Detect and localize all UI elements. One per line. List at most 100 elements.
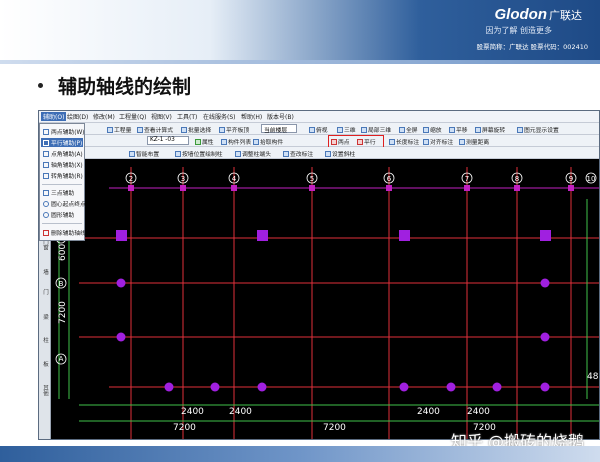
align-dim-icon (423, 139, 429, 145)
3d-icon (337, 127, 343, 133)
floor-combo[interactable]: 当前楼层 (261, 124, 297, 134)
menu-modify[interactable]: 修改(M) (93, 112, 115, 121)
display-settings-icon (517, 127, 523, 133)
dd-separator (42, 184, 82, 185)
list-icon (221, 139, 227, 145)
column-wall-icon (175, 151, 181, 157)
tool-smart-layout[interactable]: 智能布置 (129, 149, 159, 158)
row-letter: B (59, 280, 64, 288)
tool-quantity[interactable]: 工程量 (107, 125, 131, 134)
length-dim-icon (389, 139, 395, 145)
toolbar-view: 工程量 查看计算式 批量选择 平齐板顶 当前楼层 俯视 三维 局部三维 全屏 缩… (39, 123, 599, 135)
row-letter: A (59, 355, 64, 363)
two-point-aux-icon (43, 129, 49, 135)
dd-axis-angle-aux[interactable]: 轴角辅助(X) (43, 160, 83, 169)
tool-properties[interactable]: 属性 (195, 137, 214, 146)
rotate-icon (475, 127, 481, 133)
axis-number: 7 (465, 175, 469, 183)
measure-icon (459, 139, 465, 145)
properties-icon (195, 139, 201, 145)
menu-quantity[interactable]: 工程量(Q) (119, 112, 146, 121)
dd-center-start-end[interactable]: 圆心起点终点 (43, 199, 86, 208)
glodon-logo: Glodon 广联达 (494, 6, 583, 23)
delete-icon (43, 230, 49, 236)
dd-separator-2 (42, 223, 82, 224)
menu-view[interactable]: 视图(V) (151, 112, 172, 121)
batch-select-icon (181, 127, 187, 133)
column-end-icon (235, 151, 241, 157)
axis-number: 3 (181, 175, 185, 183)
left-dim: 7200 (58, 301, 68, 324)
header-stripe (0, 60, 600, 64)
bottom-band (0, 446, 600, 462)
tool-align-slab-top[interactable]: 平齐板顶 (219, 125, 249, 134)
dd-three-point-aux[interactable]: 三点辅助 (43, 188, 74, 197)
tool-batch-select[interactable]: 批量选择 (181, 125, 211, 134)
tool-length-dim[interactable]: 长度标注 (389, 137, 419, 146)
tool-display-settings[interactable]: 图元显示设置 (517, 125, 559, 134)
menu-tools[interactable]: 工具(T) (177, 112, 197, 121)
tool-3d[interactable]: 三维 (337, 125, 356, 134)
tool-local-3d[interactable]: 局部三维 (361, 125, 391, 134)
rotate-aux-icon (43, 173, 49, 179)
tool-pick-component[interactable]: 拾取构件 (253, 137, 283, 146)
axis-number: 9 (569, 175, 573, 183)
bottom-dim: 7200 (323, 423, 346, 433)
dd-rotate-aux[interactable]: 转角辅助(R) (43, 171, 83, 180)
point-angle-icon (43, 151, 49, 157)
auxiliary-dropdown-menu: 两点辅助(W) 平行辅助(P) 点角辅助(A) 轴角辅助(X) 转角辅助(R) … (39, 123, 86, 241)
three-point-icon (43, 190, 49, 196)
dd-two-point-aux[interactable]: 两点辅助(W) (43, 127, 84, 136)
circle-icon (43, 201, 49, 207)
pick-icon (253, 139, 259, 145)
tool-fullscreen[interactable]: 全屏 (399, 125, 418, 134)
glodon-app-window: 辅助(O) 绘图(D) 修改(M) 工程量(Q) 视图(V) 工具(T) 在线服… (38, 110, 600, 440)
bottom-dim: 2400 (229, 407, 252, 417)
slide-title: 辅助轴线的绘制 (58, 76, 192, 98)
formula-icon (137, 127, 143, 133)
axis-number: 4 (232, 175, 237, 183)
left-dim: 600 (58, 244, 68, 261)
slogan: 因为了解 创造更多 (485, 26, 552, 35)
align-icon (219, 127, 225, 133)
dd-parallel-aux[interactable]: 平行辅助(P) (41, 138, 83, 147)
tool-view-formula[interactable]: 查看计算式 (137, 125, 173, 134)
menu-online-service[interactable]: 在线服务(S) (203, 112, 236, 121)
axis-labels-layer: 2 3 4 5 6 7 8 9 10 A B C 600 7200 480 24… (58, 175, 600, 433)
component-combo[interactable]: KZ-1 -03 (147, 136, 189, 145)
pan-icon (449, 127, 455, 133)
tool-top-view[interactable]: 俯视 (309, 125, 328, 134)
tool-rotate-screen[interactable]: 屏幕旋转 (475, 125, 505, 134)
tool-measure-distance[interactable]: 测量距离 (459, 137, 489, 146)
bottom-dim: 2400 (181, 407, 204, 417)
fullscreen-icon (399, 127, 405, 133)
circle-aux-icon (43, 212, 49, 218)
tool-pan[interactable]: 平移 (449, 125, 468, 134)
menu-draw[interactable]: 绘图(D) (67, 112, 88, 121)
quantity-icon (107, 127, 113, 133)
axis-number: 6 (387, 175, 392, 183)
dd-delete-aux[interactable]: 删除辅助轴线 (43, 228, 86, 237)
local-3d-icon (361, 127, 367, 133)
tool-edit-annotation[interactable]: 查改标注 (283, 149, 313, 158)
smart-layout-icon (129, 151, 135, 157)
axis-number: 5 (310, 175, 314, 183)
tool-zoom[interactable]: 缩放 (423, 125, 442, 134)
top-view-icon (309, 127, 315, 133)
tool-draw-column-by-wall[interactable]: 按墙位置绘制柱 (175, 149, 223, 158)
axis-angle-icon (43, 162, 49, 168)
tool-component-list[interactable]: 构件列表 (221, 137, 251, 146)
right-dim: 480 (587, 372, 600, 382)
tool-adjust-column-end[interactable]: 调整柱端头 (235, 149, 271, 158)
tool-align-dim[interactable]: 对齐标注 (423, 137, 453, 146)
menu-help[interactable]: 帮助(H) (241, 112, 262, 121)
tool-inclined-column[interactable]: 设置斜柱 (325, 149, 355, 158)
dd-circle-aux[interactable]: 圆形辅助 (43, 210, 74, 219)
drawing-canvas[interactable]: 门窗 墙 门 梁 柱 板 其他 2 3 4 5 6 7 8 9 10 A B 6… (39, 159, 600, 439)
dd-point-angle-aux[interactable]: 点角辅助(A) (43, 149, 83, 158)
parallel-aux-icon (43, 140, 49, 146)
menu-auxiliary[interactable]: 辅助(O) (41, 112, 67, 121)
menu-version[interactable]: 版本号(B) (267, 112, 294, 121)
axis-number: 8 (515, 175, 519, 183)
axis-number: 10 (587, 175, 596, 183)
